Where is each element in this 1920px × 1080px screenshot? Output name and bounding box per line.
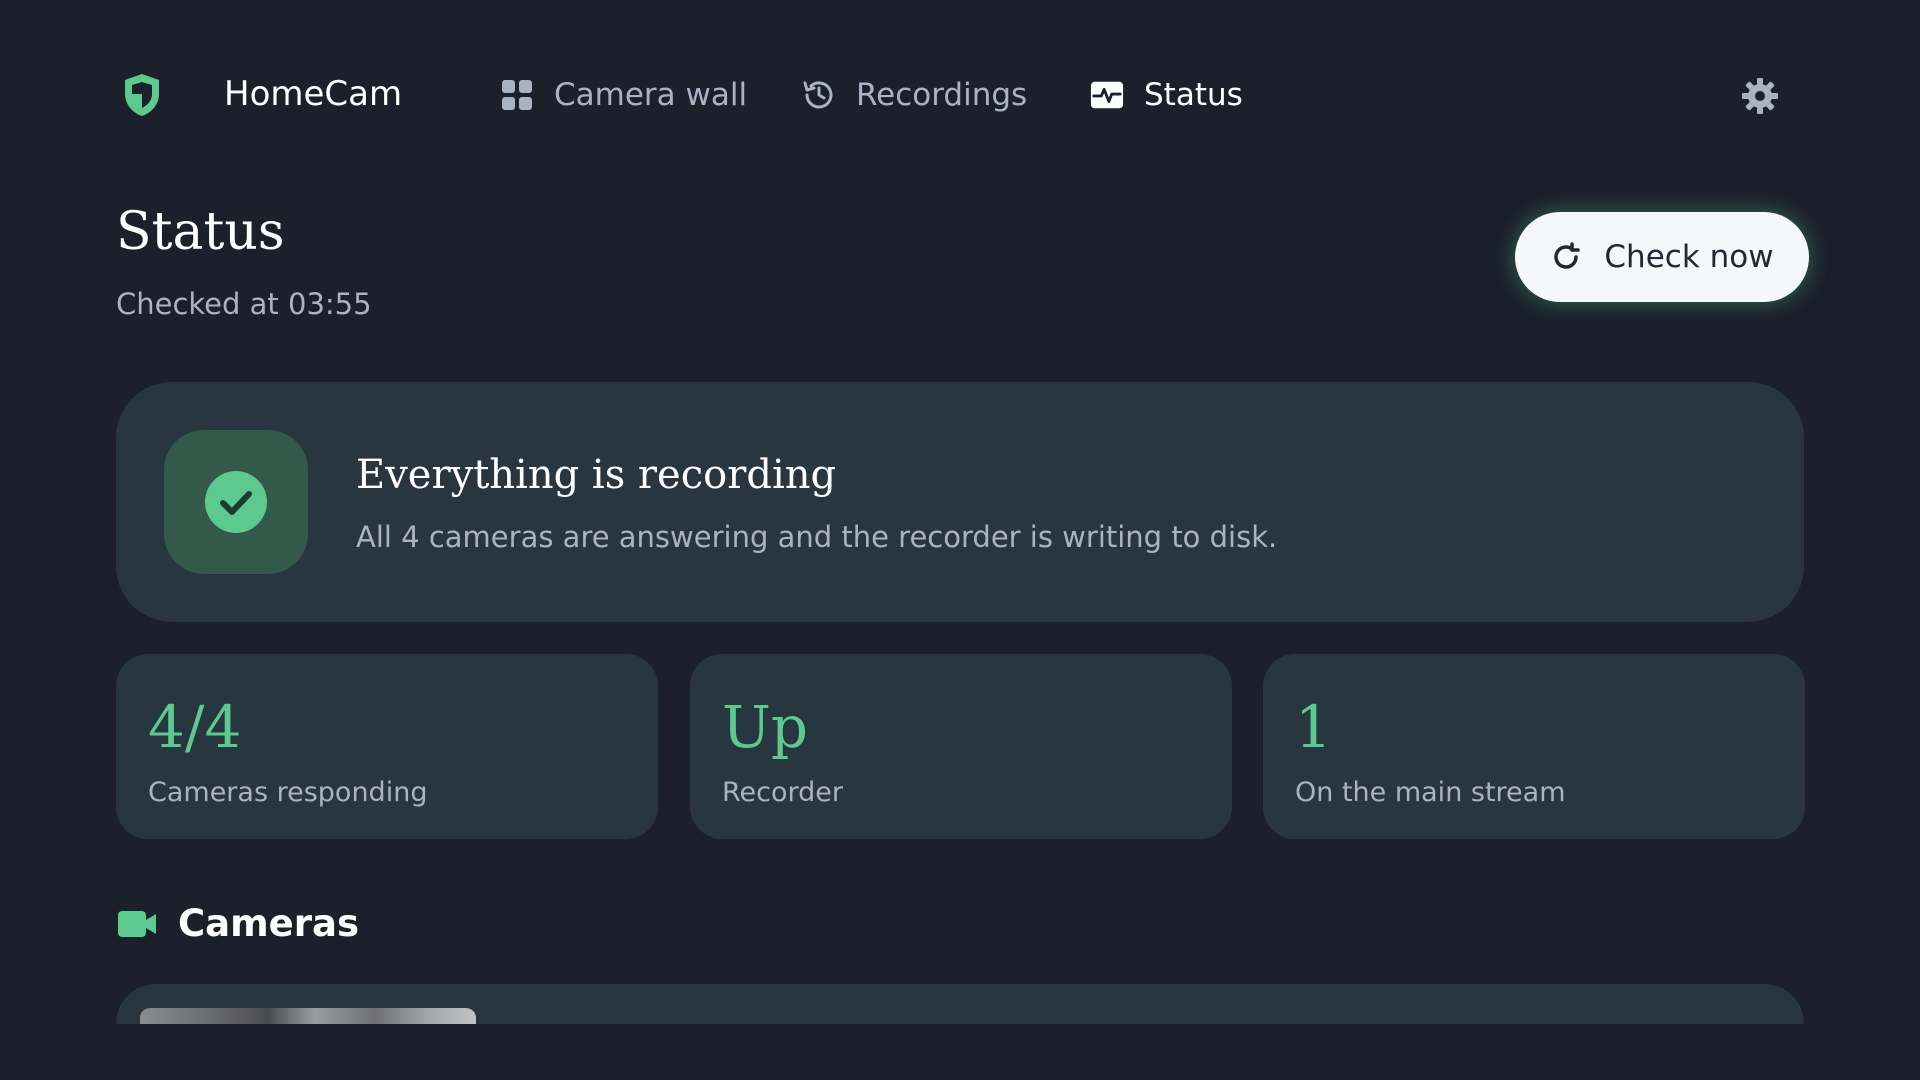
nav-recordings[interactable]: Recordings [802,72,1027,118]
status-summary-card: Everything is recording All 4 cameras ar… [116,382,1804,622]
stat-value: 4/4 [148,693,242,761]
history-icon [802,78,836,112]
video-camera-icon [118,911,156,937]
summary-subtitle: All 4 cameras are answering and the reco… [356,520,1278,554]
shield-icon [125,74,159,116]
stat-cameras-responding: 4/4 Cameras responding [116,654,658,839]
cameras-section-header: Cameras [116,900,359,948]
page-title: Status [116,202,285,262]
check-now-label: Check now [1604,239,1774,275]
cameras-section-title: Cameras [178,902,360,945]
summary-title: Everything is recording [356,452,837,498]
viewport-bottom-edge [0,1024,1920,1080]
stat-main-stream: 1 On the main stream [1263,654,1805,839]
top-bar: HomeCam Camera wall Recordings Status [0,0,1920,190]
nav-camera-wall-label: Camera wall [554,77,748,113]
grid-icon [500,78,534,112]
last-checked-time: Checked at 03:55 [116,287,372,321]
stat-value: 1 [1295,693,1332,761]
check-now-button[interactable]: Check now [1515,212,1809,302]
nav-status[interactable]: Status [1090,72,1243,118]
stat-label: On the main stream [1295,777,1566,808]
nav-recordings-label: Recordings [856,77,1028,113]
summary-badge [164,430,308,574]
stat-label: Recorder [722,777,843,808]
stat-recorder: Up Recorder [690,654,1232,839]
brand-name[interactable]: HomeCam [224,74,402,114]
pulse-icon [1090,78,1124,112]
nav-status-label: Status [1144,77,1243,113]
gear-icon[interactable] [1740,76,1780,116]
nav-camera-wall[interactable]: Camera wall [500,72,747,118]
app-root: HomeCam Camera wall Recordings Status St… [0,0,1920,1080]
check-circle-icon [205,471,267,533]
refresh-icon [1554,242,1581,269]
stat-value: Up [722,693,809,761]
stat-label: Cameras responding [148,777,428,808]
